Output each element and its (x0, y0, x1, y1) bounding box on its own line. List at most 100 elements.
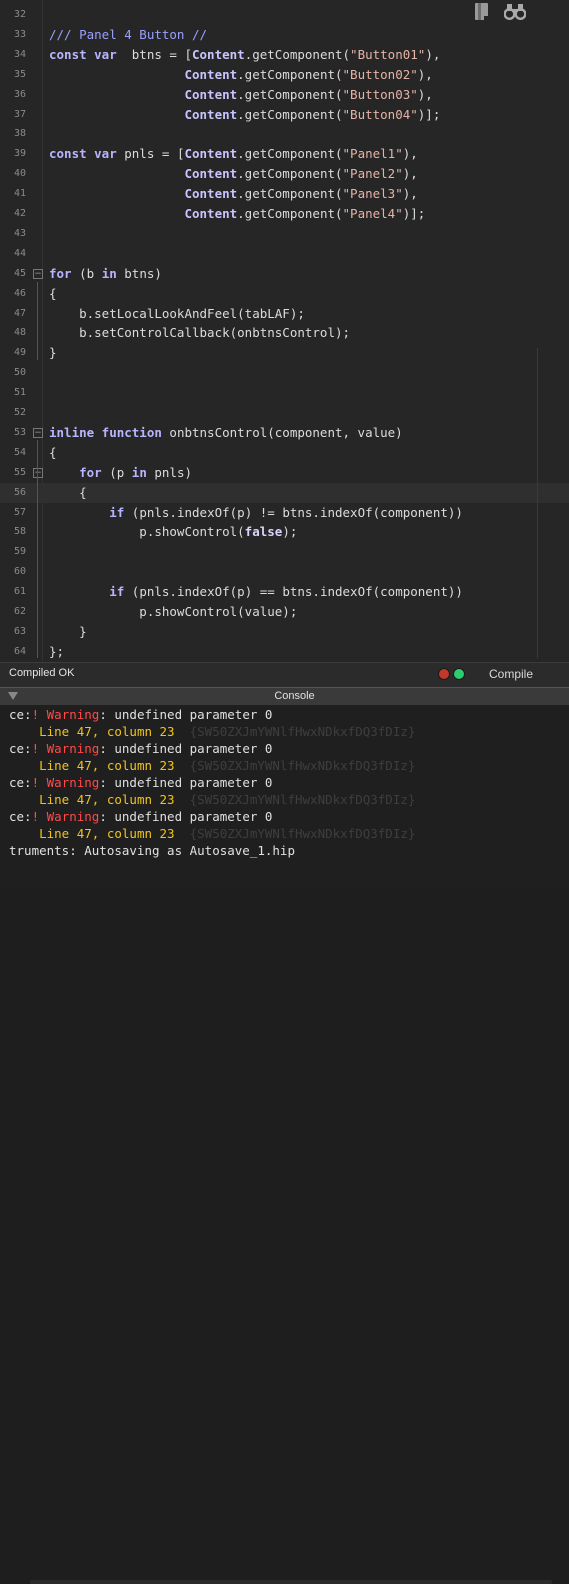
code-line[interactable]: 60 (0, 562, 569, 582)
code-text: Content.getComponent("Button02"), (184, 66, 433, 82)
console-location-line[interactable]: Line 47, column 23 {SW50ZXJmYWNlfHwxNDkx… (9, 825, 415, 842)
code-line[interactable]: 62 p.showControl(value); (0, 602, 569, 622)
code-text: Content.getComponent("Button04")]; (184, 106, 441, 122)
compile-status: Compiled OK (9, 667, 75, 679)
line-number: 56 (13, 486, 26, 498)
line-number: 34 (13, 48, 26, 60)
code-text: { (49, 444, 57, 460)
line-number: 45 (13, 267, 26, 279)
code-text: b.setControlCallback(onbtnsControl); (49, 325, 351, 341)
line-number: 58 (13, 526, 26, 538)
code-text: for (b in btns) (49, 265, 162, 281)
console-location-line[interactable]: Line 47, column 23 {SW50ZXJmYWNlfHwxNDkx… (9, 791, 415, 808)
line-number: 39 (13, 148, 26, 160)
code-line[interactable]: 55− for (p in pnls) (0, 463, 569, 483)
console-horizontal-scrollbar[interactable] (30, 1580, 552, 1584)
code-text: if (pnls.indexOf(p) != btns.indexOf(comp… (109, 504, 463, 520)
code-line[interactable]: 33 /// Panel 4 Button // (0, 25, 569, 45)
code-line[interactable]: 34 const var btns = [Content.getComponent… (0, 45, 569, 65)
code-line[interactable]: 61 if (pnls.indexOf(p) == btns.indexOf(c… (0, 582, 569, 602)
code-line[interactable]: 47 b.setLocalLookAndFeel(tabLAF); (0, 304, 569, 324)
code-text: } (49, 345, 57, 361)
console-warning-line: ce:! Warning: undefined parameter 0 (9, 775, 273, 790)
fold-toggle-icon[interactable]: − (33, 427, 43, 438)
line-number: 43 (13, 227, 26, 239)
code-text: /// Panel 4 Button // (49, 26, 208, 42)
fold-toggle-icon[interactable]: − (33, 268, 43, 279)
code-line[interactable]: 38 (0, 124, 569, 144)
compile-button[interactable]: Compile (489, 667, 533, 681)
line-number: 53 (13, 426, 26, 438)
code-line[interactable]: 50 (0, 363, 569, 383)
code-text: const var btns = [Content.getComponent("… (49, 46, 441, 62)
code-text: p.showControl(value); (49, 604, 298, 619)
line-number: 32 (13, 9, 26, 20)
code-line[interactable]: 64}; (0, 642, 569, 662)
line-number: 50 (13, 367, 26, 379)
code-line[interactable]: 58 p.showControl(false); (0, 522, 569, 542)
code-line[interactable]: 48 b.setControlCallback(onbtnsControl); (0, 323, 569, 343)
binoculars-icon[interactable] (504, 2, 526, 22)
code-line[interactable]: 56 { (0, 482, 569, 503)
code-text: b.setLocalLookAndFeel(tabLAF); (49, 305, 305, 321)
code-line[interactable]: 46 { (0, 284, 569, 304)
line-number: 33 (13, 28, 26, 40)
code-line[interactable]: 52 (0, 403, 569, 423)
console-location-line[interactable]: Line 47, column 23 {SW50ZXJmYWNlfHwxNDkx… (9, 723, 415, 740)
line-number: 55 (13, 466, 26, 478)
line-number: 61 (13, 586, 26, 598)
code-line[interactable]: 42 Content.getComponent("Panel4")]; (0, 204, 569, 224)
console-autosave-line: truments: Autosaving as Autosave_1.hip (9, 843, 295, 858)
code-line[interactable]: 35 Content.getComponent("Button02"), (0, 65, 569, 85)
code-line[interactable]: 37 Content.getComponent("Button04")]; (0, 105, 569, 125)
line-number: 35 (13, 68, 26, 80)
code-editor[interactable]: 32 33 /// Panel 4 Button // 34 const var btn… (0, 0, 569, 662)
line-number: 52 (13, 407, 26, 418)
line-number: 46 (13, 287, 26, 299)
bookmark-icon[interactable] (474, 2, 490, 22)
code-text: for (p in pnls) (79, 464, 193, 480)
line-number: 49 (13, 347, 26, 359)
console-location-line[interactable]: Line 47, column 23 {SW50ZXJmYWNlfHwxNDkx… (9, 757, 415, 774)
fold-guide (37, 440, 38, 658)
code-line[interactable]: 59 (0, 542, 569, 562)
code-line[interactable]: 41 Content.getComponent("Panel3"), (0, 184, 569, 204)
code-text: Content.getComponent("Button03"), (184, 86, 433, 102)
code-line[interactable]: 43 (0, 224, 569, 244)
code-line[interactable]: 36 Content.getComponent("Button03"), (0, 85, 569, 105)
code-line[interactable]: 40 Content.getComponent("Panel2"), (0, 164, 569, 184)
code-text: Content.getComponent("Panel4")]; (184, 206, 426, 221)
console-output[interactable]: ce:! Warning: undefined parameter 0 Line… (0, 705, 569, 1584)
code-text: const var pnls = [Content.getComponent("… (49, 146, 418, 162)
code-line[interactable]: 57 if (pnls.indexOf(p) != btns.indexOf(c… (0, 503, 569, 523)
ok-indicator (454, 669, 464, 679)
code-line[interactable]: 63 } (0, 622, 569, 642)
code-line[interactable]: 45− for (b in btns) (0, 264, 569, 284)
code-line[interactable]: 39 const var pnls = [Content.getComponent… (0, 144, 569, 164)
line-number: 36 (13, 88, 26, 100)
line-number: 64 (13, 645, 26, 657)
code-text: if (pnls.indexOf(p) == btns.indexOf(comp… (109, 584, 463, 600)
line-number: 62 (13, 606, 26, 617)
line-number: 63 (13, 625, 26, 637)
line-number: 41 (13, 188, 26, 200)
code-line[interactable]: 54 { (0, 443, 569, 463)
code-line[interactable]: 51 (0, 383, 569, 403)
code-text: }; (49, 643, 65, 659)
code-text: } (49, 623, 87, 639)
line-number: 44 (13, 247, 26, 259)
console-warning-line: ce:! Warning: undefined parameter 0 (9, 707, 273, 722)
line-number: 38 (13, 128, 26, 140)
line-number: 51 (13, 387, 26, 399)
code-text: { (49, 285, 57, 301)
line-number: 42 (13, 208, 26, 219)
error-indicator (439, 669, 449, 679)
fold-toggle-icon[interactable]: − (33, 467, 43, 478)
code-text: Content.getComponent("Panel2"), (184, 166, 418, 182)
editor-scrollbar[interactable] (537, 348, 538, 658)
console-header[interactable]: Console (0, 687, 569, 706)
code-line[interactable]: 53− inline function onbtnsControl(compone… (0, 423, 569, 443)
code-text: Content.getComponent("Panel3"), (184, 186, 418, 202)
code-line[interactable]: 44 (0, 244, 569, 264)
code-line[interactable]: 49} (0, 343, 569, 363)
